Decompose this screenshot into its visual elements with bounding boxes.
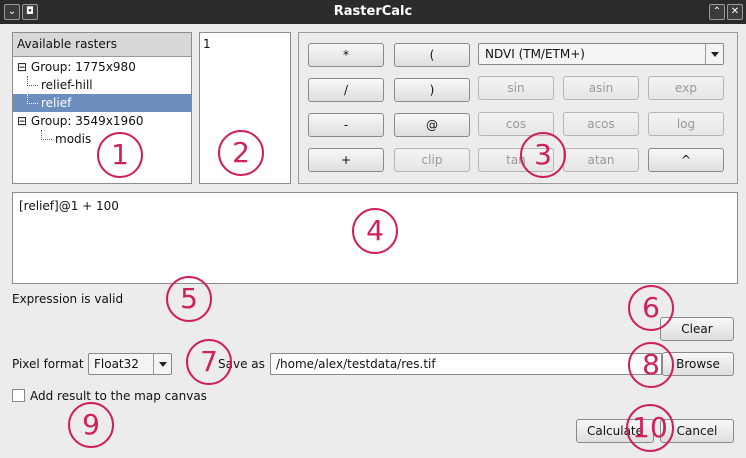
collapse-icon[interactable]: ⊟ xyxy=(17,60,27,74)
tree-item-label: modis xyxy=(55,132,92,146)
log-button[interactable]: log xyxy=(648,112,724,136)
annotation-circle-10: 10 xyxy=(626,404,674,452)
add-button[interactable]: + xyxy=(308,148,384,172)
tree-item-relief-hill[interactable]: relief-hill xyxy=(13,76,191,94)
exp-button[interactable]: exp xyxy=(648,76,724,100)
expression-status: Expression is valid xyxy=(12,292,124,306)
title-bar: RasterCalc ⌄ ◘ ⌃ ✕ xyxy=(0,0,746,24)
add-to-canvas-checkbox[interactable] xyxy=(12,389,25,402)
annotation-circle-1: 1 xyxy=(97,132,143,178)
annotation-circle-8: 8 xyxy=(628,342,674,388)
tree-group-3549[interactable]: ⊟ Group: 3549x1960 xyxy=(13,112,191,130)
band-separator-button[interactable]: @ xyxy=(394,113,470,137)
pixel-format-select[interactable]: Float32 xyxy=(88,353,172,375)
add-to-canvas-label: Add result to the map canvas xyxy=(30,389,207,403)
acos-button[interactable]: acos xyxy=(563,112,639,136)
annotation-circle-7: 7 xyxy=(186,339,232,385)
index-preset-select[interactable]: NDVI (TM/ETM+) xyxy=(478,43,724,65)
tree-branch-line xyxy=(41,130,52,140)
save-path-input[interactable]: /home/alex/testdata/res.tif xyxy=(270,353,662,375)
asin-button[interactable]: asin xyxy=(563,76,639,100)
raster-tree-header: Available rasters xyxy=(13,33,191,57)
tree-group-1775[interactable]: ⊟ Group: 1775x980 xyxy=(13,58,191,76)
index-preset-value: NDVI (TM/ETM+) xyxy=(485,47,585,61)
maximize-icon[interactable]: ⌃ xyxy=(709,4,725,20)
annotation-circle-2: 2 xyxy=(218,130,264,176)
tree-branch-line xyxy=(27,76,38,86)
menu-icon[interactable]: ⌄ xyxy=(4,4,20,20)
power-button[interactable]: ^ xyxy=(648,148,724,172)
atan-button[interactable]: atan xyxy=(563,148,639,172)
annotation-circle-9: 9 xyxy=(68,402,114,448)
close-paren-button[interactable]: ) xyxy=(394,78,470,102)
annotation-circle-4: 4 xyxy=(352,208,398,254)
chevron-down-icon[interactable] xyxy=(153,354,171,374)
open-paren-button[interactable]: ( xyxy=(394,43,470,67)
tree-group-label: Group: 3549x1960 xyxy=(30,114,144,128)
sticky-icon[interactable]: ◘ xyxy=(22,4,38,20)
window-title: RasterCalc xyxy=(333,4,413,19)
tree-item-label: relief-hill xyxy=(41,78,93,92)
chevron-down-icon[interactable] xyxy=(705,44,723,64)
multiply-button[interactable]: * xyxy=(308,43,384,67)
tree-group-label: Group: 1775x980 xyxy=(30,60,136,74)
band-item[interactable]: 1 xyxy=(203,37,287,51)
tree-item-label: relief xyxy=(41,96,72,110)
pixel-format-value: Float32 xyxy=(94,357,139,371)
tree-branch-line xyxy=(27,94,38,104)
annotation-circle-6: 6 xyxy=(628,285,674,331)
clear-button[interactable]: Clear xyxy=(660,317,734,341)
tree-item-relief[interactable]: relief xyxy=(13,94,191,112)
collapse-icon[interactable]: ⊟ xyxy=(17,114,27,128)
annotation-circle-5: 5 xyxy=(166,276,212,322)
divide-button[interactable]: / xyxy=(308,78,384,102)
subtract-button[interactable]: - xyxy=(308,113,384,137)
clip-button[interactable]: clip xyxy=(394,148,470,172)
annotation-circle-3: 3 xyxy=(520,132,566,178)
close-icon[interactable]: ✕ xyxy=(727,4,743,20)
sin-button[interactable]: sin xyxy=(478,76,554,100)
pixel-format-label: Pixel format xyxy=(12,357,84,371)
